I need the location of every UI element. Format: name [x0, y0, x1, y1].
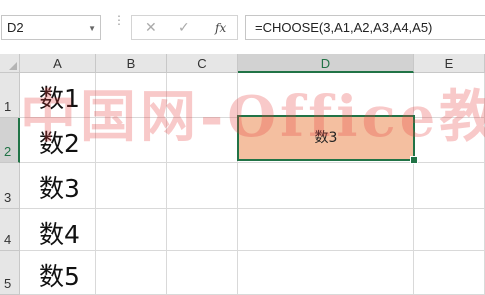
spreadsheet-grid: A B C D E 1 2 3 4 5 数1 数2 数3 数4 数5 数3 中国…	[0, 54, 485, 295]
cell-d1[interactable]	[238, 73, 414, 118]
cell-d4[interactable]	[238, 209, 414, 251]
column-header-b[interactable]: B	[96, 54, 167, 73]
cell-a4[interactable]: 数4	[20, 209, 96, 251]
cell-b1[interactable]	[96, 73, 167, 118]
cell-c1[interactable]	[167, 73, 238, 118]
cell-b3[interactable]	[96, 163, 167, 209]
row-number: 5	[4, 276, 12, 291]
column-header-a[interactable]: A	[20, 54, 96, 73]
row-number: 1	[4, 99, 12, 114]
select-all-button[interactable]	[0, 54, 20, 73]
column-header-d[interactable]: D	[238, 54, 414, 73]
cell-d2-selected[interactable]: 数3	[237, 115, 415, 161]
cancel-icon[interactable]: ✕	[145, 19, 157, 36]
cell-value: 数3	[39, 174, 80, 203]
name-box[interactable]: D2 ▼	[1, 15, 101, 40]
cell-c2[interactable]	[167, 118, 238, 163]
cell-b2[interactable]	[96, 118, 167, 163]
cell-value: 数2	[39, 129, 80, 158]
cell-c4[interactable]	[167, 209, 238, 251]
cell-value: 数4	[39, 220, 80, 249]
row-header-4[interactable]: 4	[0, 209, 20, 251]
cell-value: 数5	[39, 262, 80, 291]
row-header-5[interactable]: 5	[0, 251, 20, 295]
cell-c3[interactable]	[167, 163, 238, 209]
cell-a2[interactable]: 数2	[20, 118, 96, 163]
cell-e4[interactable]	[414, 209, 485, 251]
row-header-3[interactable]: 3	[0, 163, 20, 209]
more-options-icon[interactable]: ⋮	[113, 14, 125, 26]
chevron-down-icon[interactable]: ▼	[88, 24, 96, 33]
cell-e5[interactable]	[414, 251, 485, 295]
cell-c5[interactable]	[167, 251, 238, 295]
cell-a3[interactable]: 数3	[20, 163, 96, 209]
cell-e2[interactable]	[414, 118, 485, 163]
row-number: 3	[4, 190, 12, 205]
formula-input[interactable]: =CHOOSE(3,A1,A2,A3,A4,A5)	[245, 15, 485, 40]
row-header-1[interactable]: 1	[0, 73, 20, 118]
cell-d5[interactable]	[238, 251, 414, 295]
cell-a1[interactable]: 数1	[20, 73, 96, 118]
cell-value: 数3	[314, 130, 338, 146]
cell-e3[interactable]	[414, 163, 485, 209]
name-box-value: D2	[7, 20, 24, 35]
row-header-2[interactable]: 2	[0, 118, 20, 163]
formula-text: =CHOOSE(3,A1,A2,A3,A4,A5)	[255, 20, 433, 35]
row-number: 4	[4, 232, 12, 247]
select-all-triangle-icon	[9, 62, 17, 70]
check-icon[interactable]: ✓	[178, 19, 190, 36]
cell-b5[interactable]	[96, 251, 167, 295]
formula-buttons: ✕ ✓ fx	[131, 15, 238, 40]
formula-bar: D2 ▼ ⋮ ✕ ✓ fx =CHOOSE(3,A1,A2,A3,A4,A5)	[0, 0, 485, 54]
cell-d3[interactable]	[238, 163, 414, 209]
column-header-e[interactable]: E	[414, 54, 485, 73]
cell-a5[interactable]: 数5	[20, 251, 96, 295]
cell-b4[interactable]	[96, 209, 167, 251]
cell-value: 数1	[39, 84, 80, 113]
insert-function-icon[interactable]: fx	[215, 21, 226, 35]
cell-e1[interactable]	[414, 73, 485, 118]
row-number: 2	[4, 144, 12, 159]
column-header-c[interactable]: C	[167, 54, 238, 73]
fill-handle[interactable]	[410, 156, 418, 164]
